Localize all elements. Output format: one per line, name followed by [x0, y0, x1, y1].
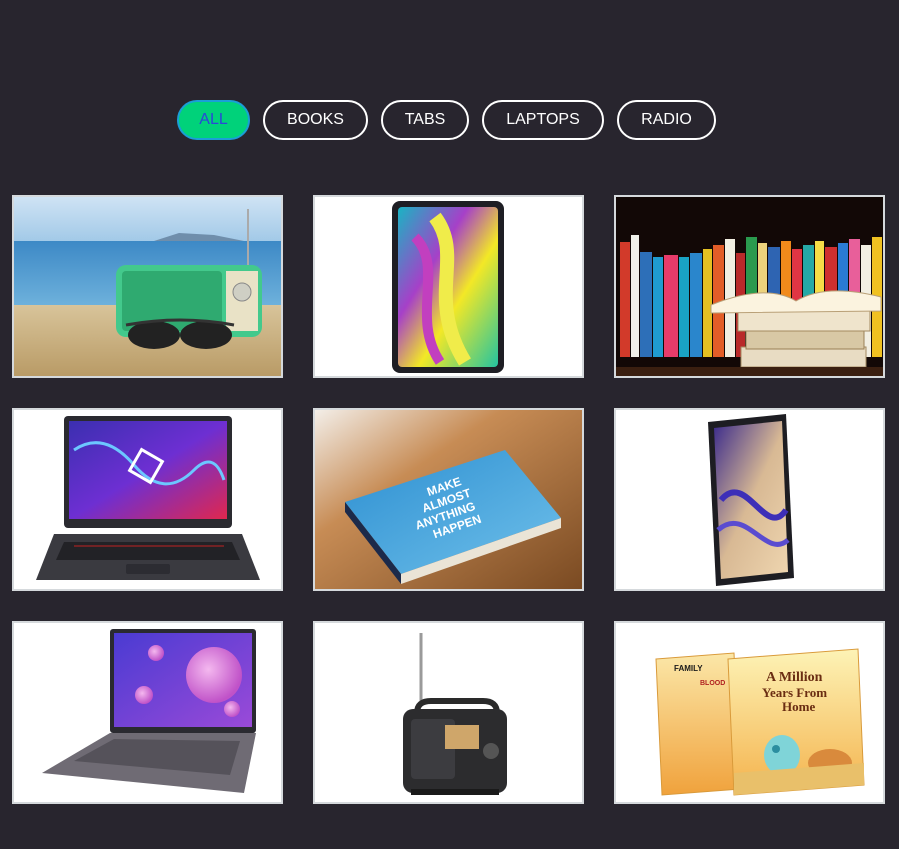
gaming-laptop-image — [14, 410, 281, 589]
gallery-item-childrens-books[interactable]: FAMILY BLOOD A Million Years From Home — [614, 621, 885, 804]
childrens-books-image: FAMILY BLOOD A Million Years From Home — [616, 623, 883, 802]
gallery-grid: MAKE ALMOST ANYTHING HAPPEN FAMILY BLOOD… — [12, 195, 885, 804]
filter-bar: ALL BOOKS TABS LAPTOPS RADIO — [177, 100, 716, 140]
tablet-image — [315, 197, 582, 376]
hardcover-book-image: MAKE ALMOST ANYTHING HAPPEN — [315, 410, 582, 589]
front-book-title-line-1: A Million — [766, 670, 823, 685]
slim-laptop-image — [14, 623, 281, 802]
filter-all-button[interactable]: ALL — [177, 100, 250, 140]
gallery-item-book-table[interactable]: MAKE ALMOST ANYTHING HAPPEN — [313, 408, 584, 591]
filter-books-button[interactable]: BOOKS — [263, 100, 368, 140]
gallery-item-tablet-wavy[interactable] — [614, 408, 885, 591]
front-book-title-line-2: Years From — [762, 685, 827, 700]
filter-tabs-button[interactable]: TABS — [381, 100, 469, 140]
gallery-item-radio-beach[interactable] — [12, 195, 283, 378]
gallery-item-gaming-laptop[interactable] — [12, 408, 283, 591]
gallery-item-slim-laptop[interactable] — [12, 621, 283, 804]
filter-radio-button[interactable]: RADIO — [617, 100, 716, 140]
gallery-item-tablet-colorful[interactable] — [313, 195, 584, 378]
front-book-title-line-3: Home — [782, 699, 815, 714]
bookshelf-image — [616, 197, 883, 376]
portfolio-page: ALL BOOKS TABS LAPTOPS RADIO MAKE ALMOST… — [0, 0, 899, 849]
portable-radio-image — [315, 623, 582, 802]
black-tablet-image — [616, 410, 883, 589]
retro-radio-image — [14, 197, 281, 376]
gallery-item-portable-radio[interactable] — [313, 621, 584, 804]
filter-laptops-button[interactable]: LAPTOPS — [482, 100, 604, 140]
back-book-subtitle: BLOOD — [700, 680, 725, 687]
back-book-title: FAMILY — [674, 664, 703, 673]
gallery-item-bookshelf[interactable] — [614, 195, 885, 378]
